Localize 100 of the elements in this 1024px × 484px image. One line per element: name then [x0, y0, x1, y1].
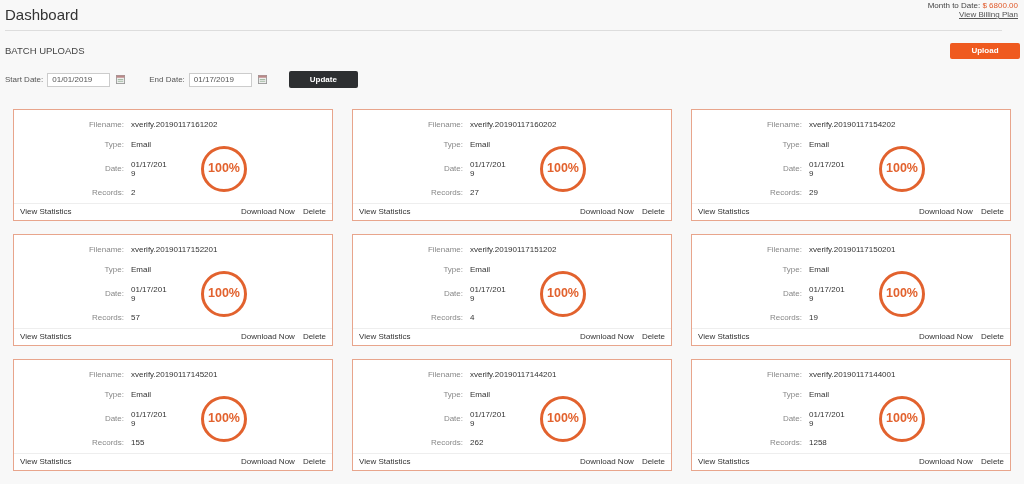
type-value: Email [470, 388, 491, 401]
delete-link[interactable]: Delete [302, 456, 326, 468]
date-label: Date: [103, 287, 124, 300]
view-statistics-link[interactable]: View Statistics [698, 456, 750, 468]
progress-ring [878, 394, 926, 443]
records-value: 2 [131, 186, 137, 199]
date-label: Date: [103, 412, 124, 425]
records-label: Records: [91, 186, 124, 199]
progress-ring [539, 144, 587, 193]
records-value: 262 [470, 436, 485, 449]
download-link[interactable]: Download Now [580, 331, 634, 343]
view-statistics-link[interactable]: View Statistics [359, 456, 411, 468]
date-value: 01/17/2019 [131, 409, 168, 428]
view-statistics-link[interactable]: View Statistics [20, 456, 72, 468]
view-statistics-link[interactable]: View Statistics [698, 206, 750, 218]
start-date-label: Start Date: [5, 73, 44, 86]
filename-label: Filename: [87, 368, 124, 381]
filename-value: xverify.20190117150201 [809, 243, 897, 256]
progress-ring [878, 269, 926, 318]
filename-label: Filename: [426, 118, 463, 131]
date-label: Date: [781, 412, 802, 425]
delete-link[interactable]: Delete [302, 331, 326, 343]
download-link[interactable]: Download Now [580, 456, 634, 468]
view-statistics-link[interactable]: View Statistics [20, 331, 72, 343]
page-title: Dashboard [5, 5, 79, 25]
download-link[interactable]: Download Now [241, 456, 295, 468]
records-value: 155 [131, 436, 146, 449]
end-date-label: End Date: [149, 73, 185, 86]
type-value: Email [809, 138, 830, 151]
date-value: 01/17/2019 [809, 159, 846, 178]
filename-value: xverify.20190117151202 [470, 243, 558, 256]
download-link[interactable]: Download Now [919, 456, 973, 468]
delete-link[interactable]: Delete [641, 331, 665, 343]
billing-label: Month to Date: [927, 1, 981, 10]
type-value: Email [809, 388, 830, 401]
end-date-field[interactable]: 01/17/2019 [188, 72, 252, 87]
type-value: Email [131, 263, 152, 276]
type-label: Type: [442, 263, 463, 276]
type-label: Type: [103, 138, 124, 151]
records-label: Records: [769, 186, 802, 199]
delete-link[interactable]: Delete [302, 206, 326, 218]
progress-percent: 100% [886, 162, 918, 175]
progress-ring [200, 144, 248, 193]
filename-value: xverify.20190117160202 [470, 118, 558, 131]
date-label: Date: [103, 162, 124, 175]
date-label: Date: [442, 162, 463, 175]
records-label: Records: [430, 186, 463, 199]
date-value: 01/17/2019 [809, 409, 846, 428]
type-value: Email [470, 138, 491, 151]
records-label: Records: [769, 311, 802, 324]
download-link[interactable]: Download Now [241, 331, 295, 343]
progress-percent: 100% [886, 412, 918, 425]
date-value: 01/17/2019 [470, 284, 507, 303]
filename-label: Filename: [87, 118, 124, 131]
records-value: 29 [809, 186, 819, 199]
date-value: 01/17/2019 [131, 159, 168, 178]
view-statistics-link[interactable]: View Statistics [359, 331, 411, 343]
view-statistics-link[interactable]: View Statistics [20, 206, 72, 218]
progress-percent: 100% [886, 287, 918, 300]
progress-ring [878, 144, 926, 193]
date-label: Date: [781, 162, 802, 175]
type-label: Type: [781, 263, 802, 276]
view-statistics-link[interactable]: View Statistics [698, 331, 750, 343]
delete-link[interactable]: Delete [980, 331, 1004, 343]
filename-label: Filename: [765, 368, 802, 381]
billing-plan-link[interactable]: View Billing Plan [959, 10, 1018, 19]
download-link[interactable]: Download Now [919, 206, 973, 218]
filename-value: xverify.20190117152201 [131, 243, 219, 256]
date-value: 01/17/2019 [809, 284, 846, 303]
view-statistics-link[interactable]: View Statistics [359, 206, 411, 218]
progress-percent: 100% [208, 287, 240, 300]
type-label: Type: [103, 263, 124, 276]
calendar-icon[interactable] [116, 75, 126, 84]
calendar-icon[interactable] [257, 75, 267, 84]
download-link[interactable]: Download Now [919, 331, 973, 343]
download-link[interactable]: Download Now [580, 206, 634, 218]
records-value: 27 [470, 186, 480, 199]
delete-link[interactable]: Delete [641, 456, 665, 468]
progress-ring [539, 269, 587, 318]
records-label: Records: [769, 436, 802, 449]
billing-amount: $ 6800.00 [982, 1, 1018, 10]
delete-link[interactable]: Delete [980, 456, 1004, 468]
date-label: Date: [442, 412, 463, 425]
progress-percent: 100% [547, 412, 579, 425]
filename-label: Filename: [765, 118, 802, 131]
filename-value: xverify.20190117161202 [131, 118, 219, 131]
download-link[interactable]: Download Now [241, 206, 295, 218]
progress-ring [200, 269, 248, 318]
type-label: Type: [781, 138, 802, 151]
progress-percent: 100% [547, 287, 579, 300]
delete-link[interactable]: Delete [980, 206, 1004, 218]
start-date-field[interactable]: 01/01/2019 [47, 72, 111, 87]
section-title: BATCH UPLOADS [5, 43, 85, 58]
filename-label: Filename: [426, 368, 463, 381]
records-label: Records: [430, 311, 463, 324]
type-value: Email [470, 263, 491, 276]
type-value: Email [809, 263, 830, 276]
update-button[interactable]: Update [288, 71, 358, 88]
delete-link[interactable]: Delete [641, 206, 665, 218]
records-value: 19 [809, 311, 819, 324]
